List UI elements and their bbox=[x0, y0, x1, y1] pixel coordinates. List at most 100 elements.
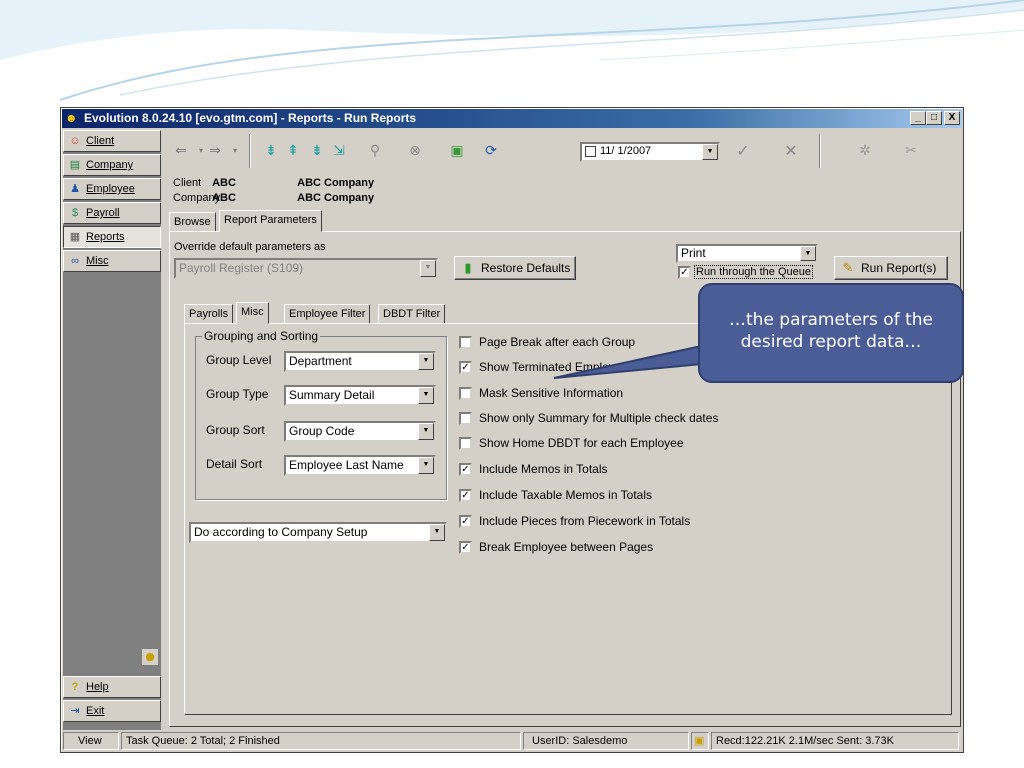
option-checkbox[interactable]: ✓ bbox=[459, 463, 472, 476]
help-label: Help bbox=[86, 681, 109, 693]
status-traffic: Recd:122.21K 2.1M/sec Sent: 3.73K bbox=[711, 732, 959, 750]
window-title: Evolution 8.0.24.10 [evo.gtm.com] - Repo… bbox=[84, 111, 417, 125]
forward-dropdown-icon[interactable]: ▾ bbox=[225, 142, 245, 160]
group-type-value: Summary Detail bbox=[289, 388, 375, 402]
tab-browse[interactable]: Browse bbox=[169, 212, 216, 232]
move-down-icon[interactable]: ⇲ bbox=[329, 142, 349, 160]
back-icon[interactable]: ⇐ bbox=[171, 142, 191, 160]
group-level-label: Group Level bbox=[206, 353, 272, 367]
tab-misc[interactable]: Misc bbox=[236, 302, 269, 324]
client-code: ABC bbox=[212, 177, 236, 189]
option-checkbox[interactable] bbox=[459, 387, 472, 400]
forward-icon[interactable]: ⇒ bbox=[205, 142, 225, 160]
lock-icon[interactable]: ⊗ bbox=[405, 142, 425, 160]
nav-client-button[interactable]: ☺ Client bbox=[63, 130, 161, 152]
tools-icon[interactable]: ✂ bbox=[901, 142, 921, 160]
tip-lightbulb-icon[interactable]: ● bbox=[141, 648, 159, 666]
client-label: Client bbox=[173, 177, 202, 189]
refresh-icon[interactable]: ⟳ bbox=[481, 142, 501, 160]
option-checkbox[interactable]: ✓ bbox=[459, 489, 472, 502]
nav-reports-label: Reports bbox=[86, 231, 125, 243]
exit-button[interactable]: ⇥ Exit bbox=[63, 700, 161, 722]
callout-text: …the parameters of the desired report da… bbox=[729, 310, 933, 352]
override-label: Override default parameters as bbox=[174, 241, 326, 253]
run-queue-label[interactable]: Run through the Queue bbox=[694, 265, 813, 279]
chevron-down-icon[interactable]: ▼ bbox=[702, 144, 718, 160]
ok-check-icon[interactable]: ✓ bbox=[733, 142, 753, 160]
chevron-down-icon[interactable]: ▼ bbox=[418, 457, 434, 474]
status-view[interactable]: View bbox=[63, 732, 119, 750]
nav-client-label: Client bbox=[86, 135, 115, 147]
chevron-down-icon[interactable]: ▼ bbox=[418, 387, 434, 404]
help-button[interactable]: ? Help bbox=[63, 676, 161, 698]
nav-payroll-label: Payroll bbox=[86, 207, 120, 219]
date-picker[interactable]: 11/ 1/2007 ▼ bbox=[580, 142, 720, 162]
lock-status-icon: ▣ bbox=[691, 732, 709, 750]
chevron-down-icon[interactable]: ▼ bbox=[800, 246, 816, 261]
collapse-icon[interactable]: ⇟ bbox=[307, 142, 327, 160]
maximize-button[interactable]: □ bbox=[926, 111, 942, 125]
option-checkbox[interactable] bbox=[459, 437, 472, 450]
left-nav: ☺ Client ▤ Company ♟ Employee $ Payroll … bbox=[63, 130, 161, 730]
nav-misc-button[interactable]: ∞ Misc bbox=[63, 250, 161, 272]
group-type-select[interactable]: Summary Detail ▼ bbox=[284, 385, 436, 406]
company-icon: ▤ bbox=[69, 159, 81, 171]
company-code: ABC bbox=[212, 192, 236, 204]
status-bar: View Task Queue: 2 Total; 2 Finished Use… bbox=[63, 732, 961, 750]
option-checkbox[interactable]: ✓ bbox=[459, 361, 472, 374]
option-checkbox[interactable]: ✓ bbox=[459, 541, 472, 554]
client-name: ABC Company bbox=[297, 177, 375, 189]
employee-icon: ♟ bbox=[70, 183, 80, 195]
detail-sort-select[interactable]: Employee Last Name ▼ bbox=[284, 455, 436, 476]
tab-employee-filter[interactable]: Employee Filter bbox=[284, 304, 371, 324]
date-checkbox[interactable] bbox=[585, 146, 596, 157]
option-checkbox[interactable]: ✓ bbox=[459, 515, 472, 528]
option-checkbox[interactable] bbox=[459, 412, 472, 425]
slide-decoration bbox=[0, 0, 1024, 101]
filter-icon[interactable]: ⚲ bbox=[365, 142, 385, 160]
run-report-button[interactable]: ✎ Run Report(s) bbox=[834, 256, 948, 280]
minimize-button[interactable]: _ bbox=[910, 111, 926, 125]
title-bar[interactable]: ☻ Evolution 8.0.24.10 [evo.gtm.com] - Re… bbox=[62, 109, 962, 128]
move-up-icon[interactable]: ⇞ bbox=[283, 142, 303, 160]
tab-report-parameters[interactable]: Report Parameters bbox=[219, 210, 322, 232]
group-level-select[interactable]: Department ▼ bbox=[284, 351, 436, 372]
company-setup-select[interactable]: Do according to Company Setup ▼ bbox=[189, 522, 447, 543]
group-sort-select[interactable]: Group Code ▼ bbox=[284, 421, 436, 442]
settings-star-icon[interactable]: ✲ bbox=[855, 142, 875, 160]
toolbar-separator-2 bbox=[819, 134, 821, 168]
expand-icon[interactable]: ⇟ bbox=[261, 142, 281, 160]
nav-payroll-button[interactable]: $ Payroll bbox=[63, 202, 161, 224]
reports-icon: ▦ bbox=[69, 231, 81, 243]
nav-company-button[interactable]: ▤ Company bbox=[63, 154, 161, 176]
tab-payrolls[interactable]: Payrolls bbox=[184, 304, 234, 324]
misc-icon: ∞ bbox=[71, 255, 79, 267]
payroll-icon: $ bbox=[71, 207, 79, 219]
status-task-queue: Task Queue: 2 Total; 2 Finished bbox=[121, 732, 521, 750]
chevron-down-icon[interactable]: ▼ bbox=[418, 423, 434, 440]
toolbar: ⇐ ▾ ⇒ ▾ ⇟ ⇞ ⇟ ⇲ ⚲ ⊗ ▣ ⟳ 11/ 1/2007 ▼ ✓ ✕… bbox=[165, 130, 961, 174]
option-label: Page Break after each Group bbox=[479, 335, 636, 349]
run-queue-checkbox[interactable]: ✓ bbox=[678, 266, 691, 279]
nav-reports-button[interactable]: ▦ Reports bbox=[63, 226, 161, 248]
close-button[interactable]: X bbox=[944, 111, 960, 125]
cancel-x-icon[interactable]: ✕ bbox=[781, 142, 801, 160]
option-checkbox[interactable] bbox=[459, 336, 472, 349]
chevron-down-icon[interactable]: ▼ bbox=[418, 353, 434, 370]
output-value: Print bbox=[681, 246, 706, 260]
company-setup-value: Do according to Company Setup bbox=[194, 525, 368, 539]
restore-defaults-label: Restore Defaults bbox=[481, 261, 571, 275]
option-label: Include Taxable Memos in Totals bbox=[479, 488, 652, 502]
override-params-select[interactable]: Payroll Register (S109) ▼ bbox=[174, 258, 438, 279]
nav-employee-button[interactable]: ♟ Employee bbox=[63, 178, 161, 200]
calendar-icon[interactable]: ▣ bbox=[447, 142, 467, 160]
output-select[interactable]: Print ▼ bbox=[676, 244, 818, 263]
chevron-down-icon[interactable]: ▼ bbox=[420, 260, 436, 277]
option-label: Include Memos in Totals bbox=[479, 462, 608, 476]
callout-bubble: …the parameters of the desired report da… bbox=[698, 283, 964, 383]
bar-chart-icon: ▮ bbox=[464, 260, 472, 275]
chevron-down-icon[interactable]: ▼ bbox=[429, 524, 445, 541]
restore-defaults-button[interactable]: ▮ Restore Defaults bbox=[454, 256, 576, 280]
option-label: Show Terminated Employees bbox=[479, 360, 635, 374]
tab-dbdt-filter[interactable]: DBDT Filter bbox=[378, 304, 446, 324]
